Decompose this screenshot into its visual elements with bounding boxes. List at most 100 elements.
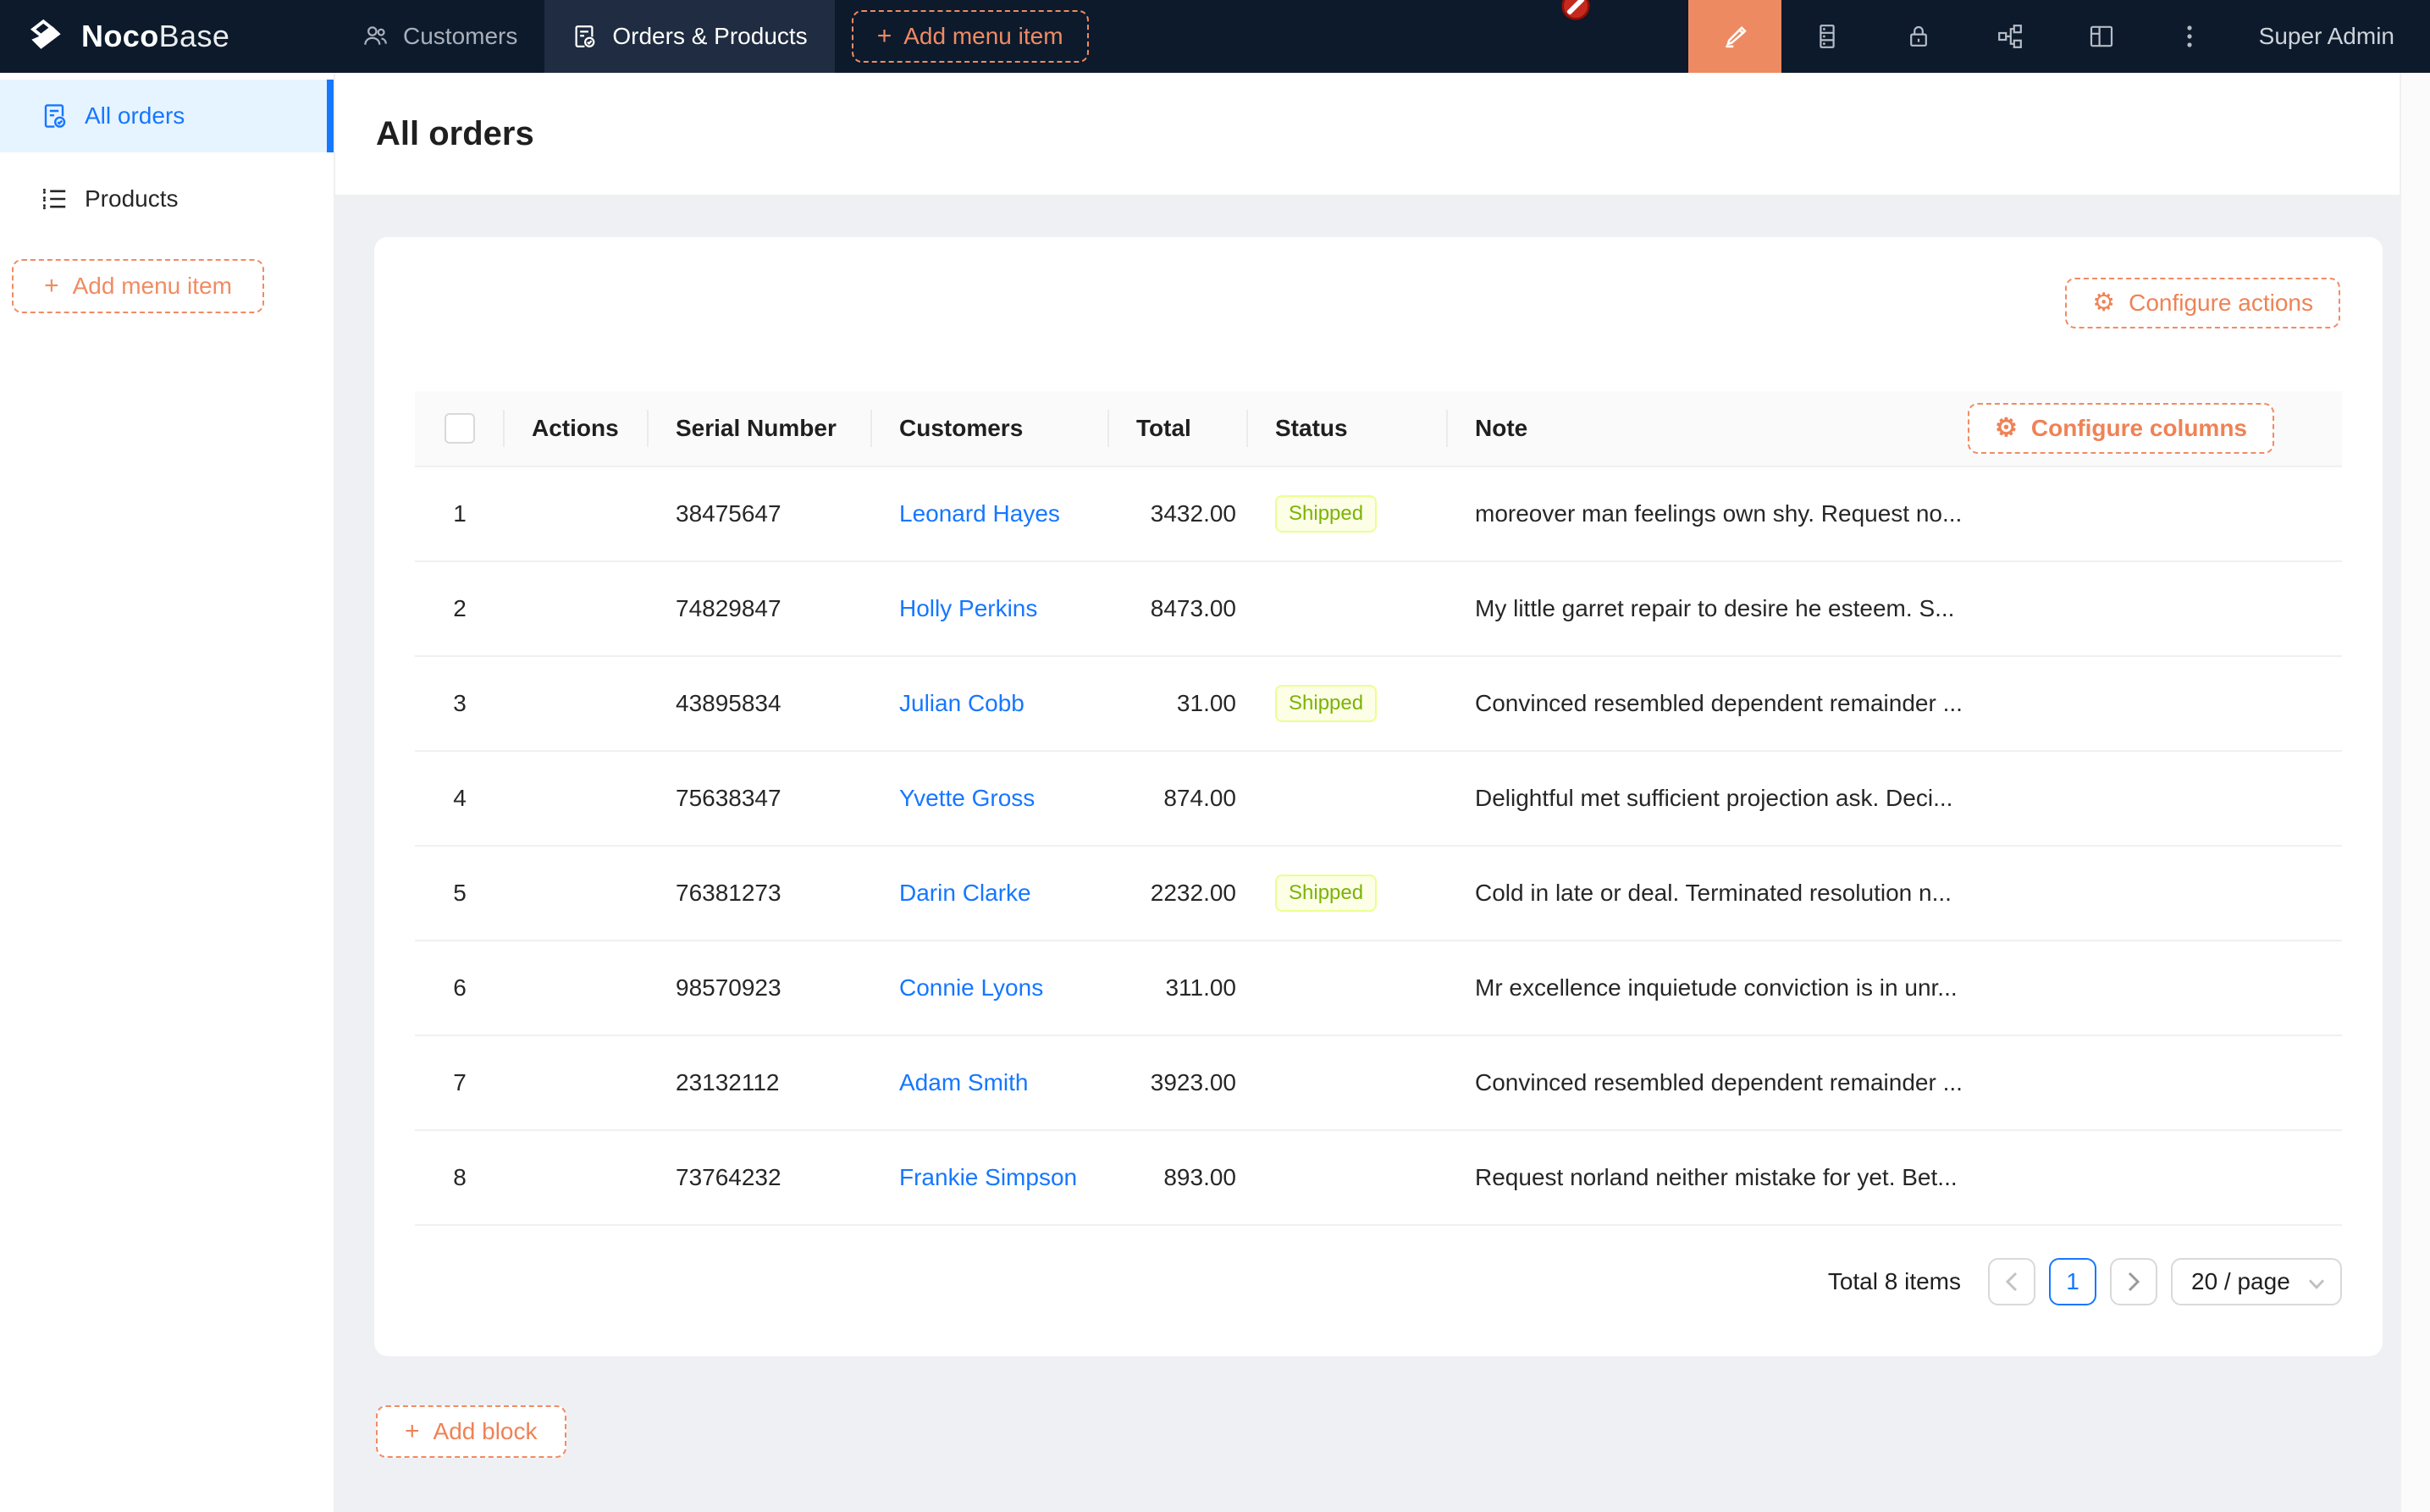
workflow-icon (1996, 23, 2024, 50)
pagination: Total 8 items 1 20 / page (415, 1258, 2342, 1305)
order-form-icon (572, 24, 597, 49)
table-toolbar: ⚙ Configure actions (415, 278, 2342, 328)
customer-cell: Frankie Simpson (872, 1131, 1109, 1224)
row-actions-cell (505, 847, 649, 940)
row-index-cell: 4 (415, 752, 505, 845)
status-cell: Shipped (1248, 657, 1448, 750)
row-actions-cell (505, 941, 649, 1035)
table-body: 1 38475647 Leonard Hayes 3432.00 Shipped… (415, 467, 2342, 1226)
table-row: 6 98570923 Connie Lyons 311.00 Mr excell… (415, 941, 2342, 1036)
collections-manager-button[interactable] (1781, 0, 1873, 73)
row-index-cell: 3 (415, 657, 505, 750)
team-icon (362, 24, 388, 49)
row-index-cell: 1 (415, 467, 505, 560)
chevron-down-icon (2308, 1278, 2325, 1290)
scrollbar[interactable] (2400, 73, 2430, 1512)
table-row: 2 74829847 Holly Perkins 8473.00 My litt… (415, 562, 2342, 657)
row-index-cell: 7 (415, 1036, 505, 1129)
customer-link[interactable]: Holly Perkins (899, 595, 1037, 622)
status-badge: Shipped (1275, 685, 1377, 722)
configure-columns-cell: ⚙ Configure columns (1981, 391, 2342, 466)
gear-icon: ⚙ (1995, 416, 2018, 441)
row-index-cell: 8 (415, 1131, 505, 1224)
table-row: 5 76381273 Darin Clarke 2232.00 Shipped … (415, 847, 2342, 941)
sidebar-item-products[interactable]: Products (0, 163, 334, 235)
sidebar-item-label: All orders (85, 102, 185, 130)
serial-number-cell: 74829847 (649, 562, 872, 655)
plus-icon: + (405, 1419, 420, 1444)
total-cell: 874.00 (1109, 752, 1248, 845)
customer-link[interactable]: Frankie Simpson (899, 1164, 1077, 1191)
note-cell: Cold in late or deal. Terminated resolut… (1448, 847, 1981, 940)
list-icon (41, 185, 68, 212)
page-size-select[interactable]: 20 / page (2171, 1258, 2342, 1305)
nav-tab-orders-products[interactable]: Orders & Products (544, 0, 834, 73)
column-header-note[interactable]: Note (1448, 391, 1981, 466)
column-header-serial-number[interactable]: Serial Number (649, 391, 872, 466)
nocobase-logo[interactable]: NocoBase (0, 14, 335, 58)
row-actions-cell (505, 1036, 649, 1129)
customer-link[interactable]: Leonard Hayes (899, 500, 1060, 527)
add-block-button[interactable]: + Add block (376, 1405, 566, 1458)
sidebar-item-all-orders[interactable]: All orders (0, 80, 334, 152)
plus-icon: + (877, 24, 892, 49)
serial-number-cell: 23132112 (649, 1036, 872, 1129)
customer-cell: Adam Smith (872, 1036, 1109, 1129)
status-cell (1248, 941, 1448, 1035)
access-control-button[interactable] (1873, 0, 1964, 73)
sidebar-item-label: Products (85, 185, 179, 212)
configure-actions-button[interactable]: ⚙ Configure actions (2065, 278, 2340, 328)
total-cell: 31.00 (1109, 657, 1248, 750)
customer-link[interactable]: Darin Clarke (899, 880, 1031, 907)
orders-table-block: ⚙ Configure actions Actions Serial Numbe… (374, 237, 2383, 1356)
pagination-page-1[interactable]: 1 (2049, 1258, 2096, 1305)
select-all-checkbox[interactable] (445, 413, 475, 444)
serial-number-cell: 76381273 (649, 847, 872, 940)
column-header-customers[interactable]: Customers (872, 391, 1109, 466)
sidebar-menu: All orders Products (0, 73, 334, 235)
pagination-prev-button[interactable] (1988, 1258, 2035, 1305)
select-all-cell (415, 391, 505, 466)
table-row: 8 73764232 Frankie Simpson 893.00 Reques… (415, 1131, 2342, 1226)
total-cell: 3923.00 (1109, 1036, 1248, 1129)
ui-editor-button[interactable] (1688, 0, 1781, 73)
row-index-cell: 5 (415, 847, 505, 940)
current-user-menu[interactable]: Super Admin (2259, 23, 2394, 50)
more-options-button[interactable] (2147, 0, 2232, 73)
column-header-status[interactable]: Status (1248, 391, 1448, 466)
workflow-button[interactable] (1964, 0, 2056, 73)
nav-tab-label: Orders & Products (612, 23, 807, 50)
total-cell: 8473.00 (1109, 562, 1248, 655)
status-cell (1248, 1036, 1448, 1129)
total-cell: 3432.00 (1109, 467, 1248, 560)
customer-link[interactable]: Adam Smith (899, 1069, 1029, 1096)
row-actions-cell (505, 752, 649, 845)
note-cell: moreover man feelings own shy. Request n… (1448, 467, 1981, 560)
table-row: 3 43895834 Julian Cobb 31.00 Shipped Con… (415, 657, 2342, 752)
column-header-total[interactable]: Total (1109, 391, 1248, 466)
serial-number-cell: 43895834 (649, 657, 872, 750)
column-header-actions[interactable]: Actions (505, 391, 649, 466)
nav-tab-customers[interactable]: Customers (335, 0, 544, 73)
serial-number-cell: 38475647 (649, 467, 872, 560)
nav-add-menu-item-button[interactable]: + Add menu item (852, 10, 1089, 63)
order-form-icon (41, 102, 68, 130)
table-row: 7 23132112 Adam Smith 3923.00 Convinced … (415, 1036, 2342, 1131)
customer-cell: Julian Cobb (872, 657, 1109, 750)
logo-text: NocoBase (81, 19, 229, 54)
sidebar-add-menu-item-button[interactable]: + Add menu item (12, 259, 264, 313)
customer-cell: Yvette Gross (872, 752, 1109, 845)
customer-cell: Connie Lyons (872, 941, 1109, 1035)
row-actions-cell (505, 657, 649, 750)
customer-link[interactable]: Connie Lyons (899, 974, 1043, 1002)
customer-link[interactable]: Julian Cobb (899, 690, 1024, 717)
serial-number-cell: 98570923 (649, 941, 872, 1035)
configure-columns-button[interactable]: ⚙ Configure columns (1968, 403, 2274, 454)
total-cell: 893.00 (1109, 1131, 1248, 1224)
layout-toggle-button[interactable] (2056, 0, 2147, 73)
customer-link[interactable]: Yvette Gross (899, 785, 1035, 812)
row-actions-cell (505, 562, 649, 655)
pagination-next-button[interactable] (2110, 1258, 2157, 1305)
customer-cell: Darin Clarke (872, 847, 1109, 940)
ellipsis-vertical-icon (2186, 23, 2193, 50)
